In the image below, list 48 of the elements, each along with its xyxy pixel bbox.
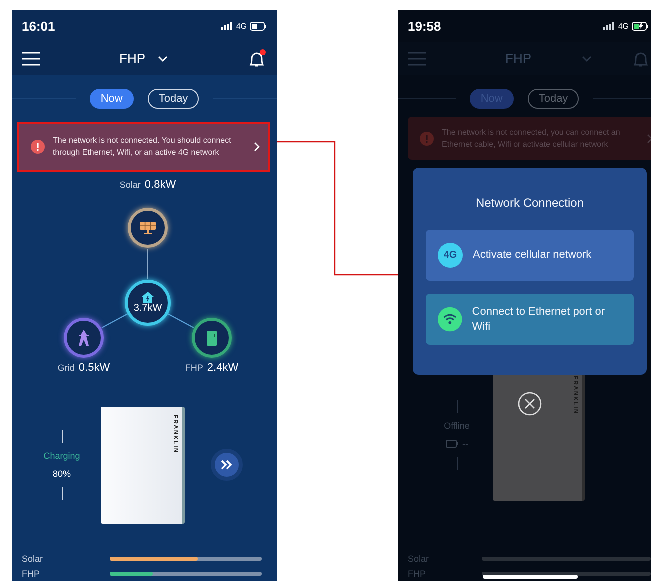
chevron-right-icon bbox=[254, 142, 260, 152]
cellular-icon: 4G bbox=[438, 243, 463, 268]
bar-label: FHP bbox=[408, 568, 427, 578]
period-tab[interactable]: Now bbox=[90, 88, 134, 108]
battery-icon bbox=[446, 440, 458, 448]
bar-label: Solar bbox=[22, 554, 44, 564]
device-status: Offline bbox=[444, 421, 470, 431]
flow-line bbox=[102, 314, 128, 328]
node-label: Grid bbox=[58, 363, 75, 373]
signal-icon bbox=[221, 22, 234, 30]
dialog-title: Network Connection bbox=[476, 196, 584, 210]
device-status: Charging bbox=[44, 451, 80, 461]
warning-icon bbox=[31, 140, 45, 154]
node-label: FHP bbox=[185, 363, 204, 373]
bell-icon[interactable] bbox=[247, 48, 267, 68]
connection-option[interactable]: 4G Activate cellular network bbox=[426, 230, 634, 281]
alert-message: The network is not connected. You should connect through Ethernet, Wifi, or an active 4G network bbox=[53, 135, 232, 159]
solar-panel-icon bbox=[140, 222, 156, 234]
bar-label: FHP bbox=[22, 568, 41, 578]
power-pylon-icon bbox=[78, 330, 90, 346]
details-button[interactable] bbox=[211, 449, 243, 481]
site-selector[interactable]: FHP bbox=[120, 51, 146, 66]
house-icon bbox=[142, 292, 154, 303]
node-label: Solar bbox=[120, 180, 141, 190]
wifi-icon bbox=[438, 307, 462, 332]
clock-time: 16:01 bbox=[22, 18, 56, 34]
double-chevron-icon bbox=[221, 460, 233, 470]
alert-message: The network is not connected, you can connect an Ethernet cable, Wifi or activate cellular network bbox=[442, 126, 622, 150]
flow-line bbox=[168, 314, 194, 328]
clock-time: 19:58 bbox=[408, 18, 442, 34]
network-type: 4G bbox=[618, 22, 629, 30]
close-circle-icon bbox=[518, 392, 542, 416]
power-value: 0.5kW bbox=[78, 362, 110, 374]
period-tab[interactable]: Today bbox=[528, 88, 580, 108]
signal-icon bbox=[603, 22, 616, 30]
power-value: 2.4kW bbox=[207, 362, 239, 374]
period-tab[interactable]: Today bbox=[148, 88, 200, 108]
connection-option[interactable]: Connect to Ethernet port or Wifi bbox=[426, 294, 634, 345]
network-type: 4G bbox=[236, 22, 247, 30]
battery-unit-icon bbox=[207, 330, 217, 346]
battery-level: 80% bbox=[52, 469, 71, 479]
network-alert[interactable]: The network is not connected. You should connect through Ethernet, Wifi, or an active 4G network bbox=[17, 122, 270, 172]
power-value: 0.8kW bbox=[144, 179, 176, 191]
warning-icon bbox=[420, 132, 434, 146]
power-value: 3.7kW bbox=[134, 303, 162, 314]
bar-label: Solar bbox=[408, 554, 430, 564]
site-selector[interactable]: FHP bbox=[506, 51, 532, 66]
battery-level: -- bbox=[462, 439, 468, 449]
